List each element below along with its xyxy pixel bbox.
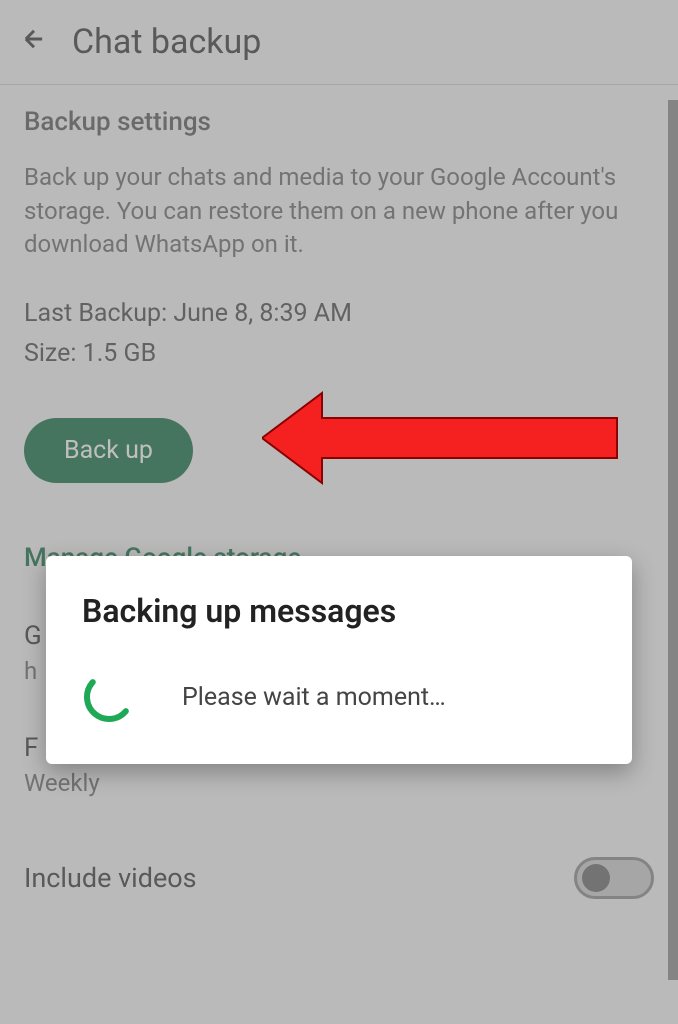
spinner-icon xyxy=(82,670,136,724)
dialog-message: Please wait a moment… xyxy=(182,683,446,712)
dialog-title: Backing up messages xyxy=(82,592,596,630)
modal-overlay xyxy=(0,0,678,1024)
arrow-annotation-icon xyxy=(262,388,622,492)
backup-dialog: Backing up messages Please wait a moment… xyxy=(46,556,632,764)
dialog-body: Please wait a moment… xyxy=(82,670,596,724)
